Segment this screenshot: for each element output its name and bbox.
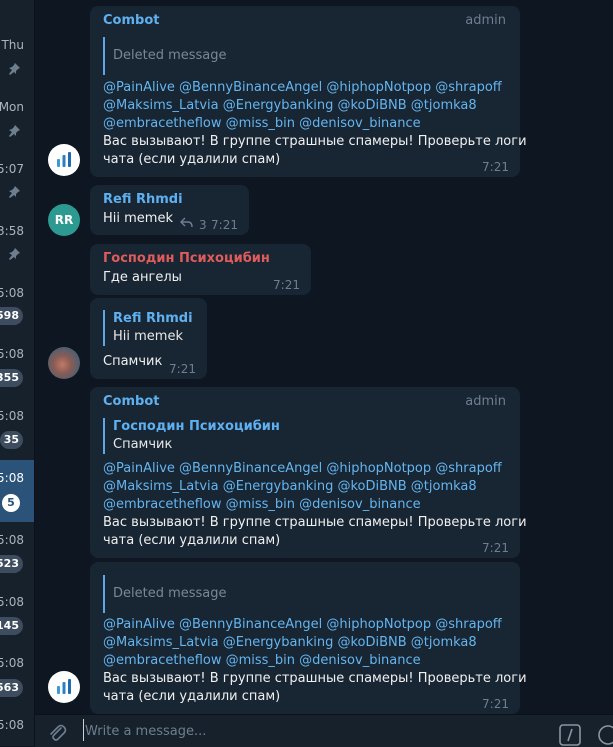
- chat-time: 3:58: [0, 224, 24, 238]
- chat-time: 5:07: [0, 162, 24, 176]
- unread-badge: 35: [0, 431, 23, 449]
- text-caret: [83, 719, 84, 741]
- pin-icon: [9, 248, 20, 260]
- mention-line[interactable]: @PainAlive @BennyBinanceAngel @hiphopNot…: [103, 79, 502, 97]
- chat-time: 5:08: [0, 533, 24, 547]
- message-text: чата (если удалили спам): [103, 152, 281, 167]
- quoted-sender: Refi Rhmdi: [113, 311, 193, 326]
- message-text: Вас вызывают! В группе страшные спамеры!…: [103, 515, 527, 530]
- mention-line[interactable]: @PainAlive @BennyBinanceAngel @hiphopNot…: [103, 460, 502, 478]
- message-text: чата (если удалили спам): [103, 689, 281, 704]
- paperclip-icon[interactable]: [47, 722, 67, 742]
- message-text: Вас вызывают! В группе страшные спамеры!…: [103, 134, 527, 149]
- quoted-text: Hii memek: [113, 329, 183, 344]
- message-input[interactable]: [85, 721, 485, 741]
- chat-list-item[interactable]: 5:08 523: [0, 508, 34, 573]
- sender-name[interactable]: Господин Психоцибин: [103, 250, 270, 268]
- reply-quote[interactable]: Deleted message: [103, 37, 227, 75]
- bar-chart-icon: [57, 679, 71, 694]
- message-text: Где ангелы: [103, 270, 182, 285]
- chat-time: 5:08: [0, 471, 24, 485]
- chat-time: 5:08: [0, 286, 24, 300]
- message-text: Спамчик: [103, 354, 163, 369]
- deleted-message-label: Deleted message: [113, 48, 227, 63]
- chat-list-item[interactable]: 5:08 563: [0, 632, 34, 697]
- message-bubble[interactable]: Combot admin Deleted message @PainAlive …: [90, 6, 527, 177]
- reply-quote[interactable]: Deleted message: [103, 575, 227, 613]
- reply-arrow-icon[interactable]: [180, 217, 193, 228]
- chat-list-item[interactable]: 5:08 35: [0, 384, 34, 449]
- message-text: Вас вызывают! В группе страшные спамеры!…: [103, 671, 527, 686]
- quoted-text: Спамчик: [113, 437, 173, 452]
- chat-list-item[interactable]: 5:08 598: [0, 260, 34, 325]
- chat-time: 5:08: [0, 656, 24, 670]
- chat-list-item[interactable]: 5:08 355: [0, 322, 34, 387]
- message-bubble[interactable]: Refi Rhmdi Hii memek Спамчик 7:21: [90, 298, 207, 379]
- chat-time: Mon: [0, 100, 24, 114]
- quoted-sender: Господин Психоцибин: [113, 419, 280, 434]
- pin-icon: [9, 186, 20, 198]
- sender-name[interactable]: Combot: [103, 393, 159, 411]
- message-time: 7:21: [169, 362, 196, 376]
- user-avatar[interactable]: RR: [48, 204, 80, 236]
- chat-time: 5:08: [0, 595, 24, 609]
- chat-list-item[interactable]: 5:07: [0, 136, 34, 198]
- message-time: 7:21: [482, 697, 509, 711]
- chat-list-sidebar: Thu Mon 5:07 3:58 5:08 598 5:08 355 5:08…: [0, 0, 34, 746]
- chat-list-item[interactable]: 5:08: [0, 694, 34, 746]
- bot-avatar[interactable]: [48, 144, 80, 176]
- chat-time: 5:08: [0, 347, 24, 361]
- chat-list-item[interactable]: 5:08 145: [0, 570, 34, 635]
- mention-line[interactable]: @embracetheflow @miss_bin @denisov_binan…: [103, 115, 421, 133]
- slash-commands-icon[interactable]: [559, 724, 581, 746]
- user-avatar-photo[interactable]: [48, 347, 80, 379]
- mention-line[interactable]: @embracetheflow @miss_bin @denisov_binan…: [103, 652, 421, 670]
- message-time: 7:21: [211, 218, 238, 232]
- message-time: 7:21: [273, 278, 300, 292]
- chat-list-item[interactable]: 3:58: [0, 198, 34, 260]
- sender-name[interactable]: Refi Rhmdi: [103, 191, 183, 209]
- message-bubble[interactable]: Refi Rhmdi Hii memek 3 7:21: [90, 185, 249, 235]
- reply-count[interactable]: 3: [199, 216, 207, 234]
- chat-time: 5:08: [0, 718, 24, 732]
- reply-quote[interactable]: Господин Психоцибин Спамчик: [103, 418, 280, 454]
- message-bubble[interactable]: Deleted message @PainAlive @BennyBinance…: [90, 562, 527, 714]
- bar-chart-icon: [57, 152, 71, 167]
- message-bubble[interactable]: Господин Психоцибин Где ангелы 7:21: [90, 244, 311, 295]
- message-composer: [35, 714, 613, 747]
- mention-line[interactable]: @Maksims_Latvia @Energybanking @koDiBNB …: [103, 97, 477, 115]
- mention-line[interactable]: @embracetheflow @miss_bin @denisov_binan…: [103, 496, 421, 514]
- mention-line[interactable]: @PainAlive @BennyBinanceAngel @hiphopNot…: [103, 616, 502, 634]
- mention-line[interactable]: @Maksims_Latvia @Energybanking @koDiBNB …: [103, 478, 477, 496]
- admin-badge: admin: [465, 13, 506, 28]
- message-text: Hii memek: [103, 211, 173, 226]
- sidebar-divider: [34, 0, 35, 746]
- mention-line[interactable]: @Maksims_Latvia @Energybanking @koDiBNB …: [103, 634, 477, 652]
- reply-quote[interactable]: Refi Rhmdi Hii memek: [103, 310, 193, 346]
- admin-badge: admin: [465, 394, 506, 409]
- deleted-message-label: Deleted message: [113, 586, 227, 601]
- emoji-icon[interactable]: [597, 724, 613, 746]
- chat-time: 5:08: [0, 409, 24, 423]
- message-time: 7:21: [482, 541, 509, 555]
- chat-time: Thu: [1, 38, 24, 52]
- sender-name[interactable]: Combot: [103, 12, 159, 30]
- message-time: 7:21: [482, 160, 509, 174]
- bot-avatar[interactable]: [48, 671, 80, 703]
- chat-list-item[interactable]: Mon: [0, 74, 34, 137]
- message-text: чата (если удалили спам): [103, 533, 281, 548]
- message-bubble[interactable]: Combot admin Господин Психоцибин Спамчик…: [90, 387, 527, 558]
- chat-list-item[interactable]: Thu: [0, 12, 34, 75]
